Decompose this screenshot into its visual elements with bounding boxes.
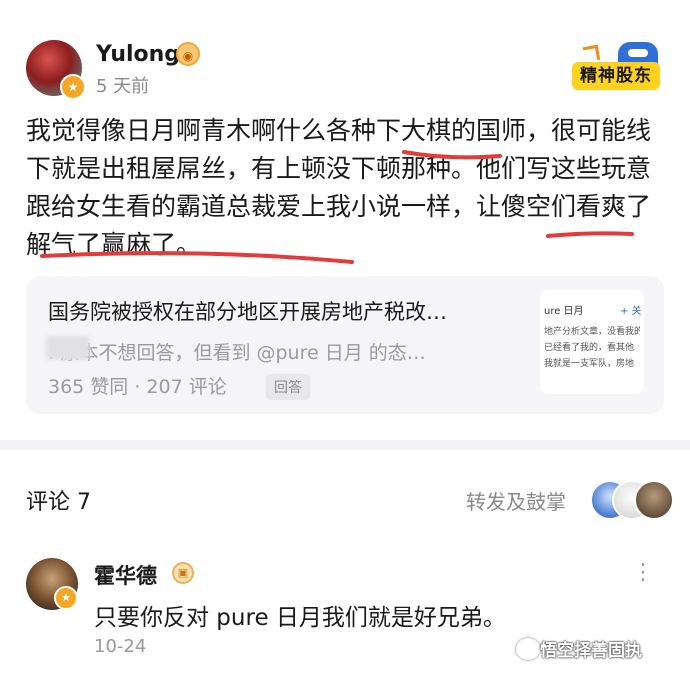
- watermark: 悟空择善固执: [540, 641, 642, 661]
- post-body: 我觉得像日月啊青木啊什么各种下大棋的国师，很可能线下就是出租屋屌丝，有上顿没下顿…: [26, 116, 652, 259]
- arrow-up-icon: [582, 44, 601, 63]
- medal-icon: ◉: [176, 42, 200, 66]
- section-divider: [0, 440, 690, 450]
- thumb-follow: + 关: [620, 306, 642, 317]
- reposter-avatar[interactable]: [634, 480, 674, 520]
- verified-star-icon: ★: [54, 586, 78, 610]
- post-time: 5 天前: [96, 76, 150, 97]
- repost-applause-link[interactable]: 转发及鼓掌: [466, 486, 566, 515]
- verified-star-icon: ★: [60, 74, 86, 100]
- thumb-title: ure 日月: [544, 306, 584, 317]
- thumb-line: 地产分析文章，没看我的: [544, 327, 640, 337]
- quote-title[interactable]: 国务院被授权在部分地区开展房地产税改…: [48, 296, 528, 326]
- more-dots-icon[interactable]: ⋮: [632, 560, 656, 585]
- level-badge-icon: ▣: [172, 562, 194, 584]
- quote-stats: 365 赞同 · 207 评论: [48, 376, 227, 398]
- blurred-username: [46, 336, 90, 360]
- author-name[interactable]: Yulong: [96, 42, 180, 67]
- comment-text: 只要你反对 pure 日月我们就是好兄弟。: [94, 605, 506, 631]
- brand-badge: 精神股东: [566, 42, 666, 92]
- wechat-icon: [516, 638, 540, 660]
- comments-title: 评论 7: [26, 490, 91, 515]
- thumb-line: 已经看了我的，看其他: [544, 343, 635, 353]
- answer-tag: 回答: [266, 374, 310, 400]
- comment-author[interactable]: 霍华德: [94, 560, 157, 590]
- quote-snippet: : 原本不想回答，但看到 @pure 日月 的态…: [48, 342, 426, 364]
- comment-date: 10-24: [94, 636, 147, 657]
- thumb-line: 我就是一支军队，房地: [544, 359, 635, 369]
- brand-badge-label: 精神股东: [572, 62, 660, 90]
